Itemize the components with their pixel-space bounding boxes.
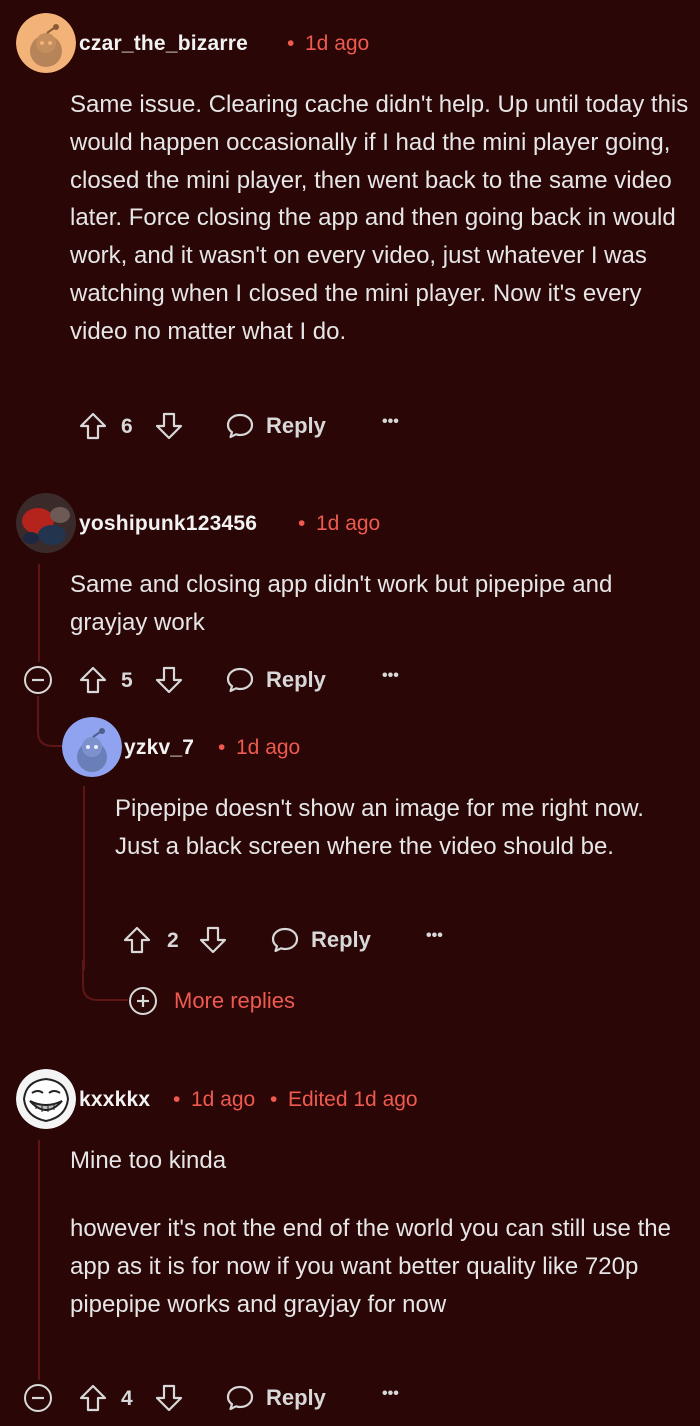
meta-separator: • bbox=[270, 1088, 278, 1111]
comment-timestamp[interactable]: 1d ago bbox=[316, 512, 380, 536]
more-replies-link[interactable]: More replies bbox=[174, 988, 295, 1014]
more-options-icon[interactable]: ••• bbox=[426, 927, 443, 945]
vote-count: 2 bbox=[167, 929, 179, 952]
comment-username[interactable]: kxxkkx bbox=[79, 1088, 150, 1112]
vote-count: 5 bbox=[121, 669, 133, 692]
meta-separator: • bbox=[173, 1088, 181, 1111]
comment-username[interactable]: yoshipunk123456 bbox=[79, 512, 257, 536]
more-options-icon[interactable]: ••• bbox=[382, 1385, 399, 1403]
snoo-avatar-icon bbox=[16, 13, 76, 73]
reply-icon[interactable] bbox=[270, 925, 300, 955]
vote-count: 6 bbox=[121, 415, 133, 438]
avatar-kxxkkx[interactable] bbox=[16, 1069, 76, 1129]
avatar-yoshipunk123456[interactable] bbox=[16, 493, 76, 553]
upvote-icon[interactable] bbox=[78, 665, 108, 695]
thread-line bbox=[38, 564, 40, 662]
reply-button[interactable]: Reply bbox=[266, 413, 326, 439]
collapse-thread-icon[interactable] bbox=[23, 1383, 53, 1413]
collapse-thread-icon[interactable] bbox=[23, 665, 53, 695]
more-options-icon[interactable]: ••• bbox=[382, 413, 399, 431]
photo-avatar-icon bbox=[16, 493, 76, 553]
reply-icon[interactable] bbox=[225, 411, 255, 441]
trollface-avatar-icon bbox=[16, 1069, 76, 1129]
vote-count: 4 bbox=[121, 1387, 133, 1410]
upvote-icon[interactable] bbox=[122, 925, 152, 955]
comment-username[interactable]: czar_the_bizarre bbox=[79, 32, 248, 56]
downvote-icon[interactable] bbox=[154, 665, 184, 695]
reply-button[interactable]: Reply bbox=[311, 927, 371, 953]
thread-connector bbox=[82, 960, 128, 1001]
comment-timestamp[interactable]: 1d ago bbox=[305, 32, 369, 56]
comment-body: Same issue. Clearing cache didn't help. … bbox=[70, 91, 689, 345]
expand-replies-icon[interactable] bbox=[128, 986, 158, 1016]
thread-line bbox=[38, 1140, 40, 1380]
avatar-czar-the-bizarre[interactable] bbox=[16, 13, 76, 73]
meta-separator: • bbox=[298, 512, 306, 535]
downvote-icon[interactable] bbox=[154, 1383, 184, 1413]
comment-username[interactable]: yzkv_7 bbox=[124, 736, 194, 760]
comment-body-paragraph-1: Mine too kinda bbox=[70, 1147, 227, 1174]
meta-separator: • bbox=[218, 736, 226, 759]
comment-body: Same and closing app didn't work but pip… bbox=[70, 571, 613, 636]
downvote-icon[interactable] bbox=[198, 925, 228, 955]
comment-timestamp[interactable]: 1d ago bbox=[191, 1088, 255, 1112]
snoo-avatar-icon bbox=[62, 717, 122, 777]
more-options-icon[interactable]: ••• bbox=[382, 667, 399, 685]
reply-button[interactable]: Reply bbox=[266, 1385, 326, 1411]
upvote-icon[interactable] bbox=[78, 411, 108, 441]
reply-icon[interactable] bbox=[225, 665, 255, 695]
reply-icon[interactable] bbox=[225, 1383, 255, 1413]
edited-timestamp: Edited 1d ago bbox=[288, 1088, 418, 1111]
comment-timestamp[interactable]: 1d ago bbox=[236, 736, 300, 760]
meta-separator: • bbox=[287, 32, 295, 55]
comment-body-paragraph-2: however it's not the end of the world yo… bbox=[70, 1215, 671, 1318]
upvote-icon[interactable] bbox=[78, 1383, 108, 1413]
comment-body: Pipepipe doesn't show an image for me ri… bbox=[115, 795, 644, 860]
thread-line bbox=[83, 786, 85, 970]
avatar-yzkv-7[interactable] bbox=[62, 717, 122, 777]
downvote-icon[interactable] bbox=[154, 411, 184, 441]
reply-button[interactable]: Reply bbox=[266, 667, 326, 693]
